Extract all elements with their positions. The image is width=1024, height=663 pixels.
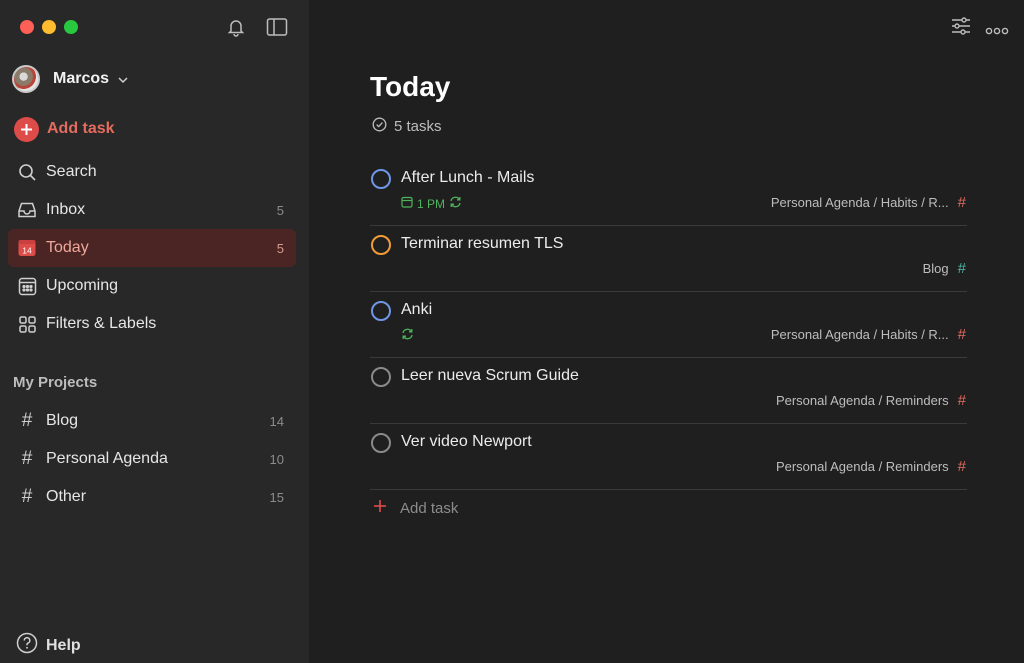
- recurring-icon: [449, 196, 462, 211]
- project-item-personal-agenda[interactable]: # Personal Agenda 10: [8, 440, 296, 478]
- task-project-label: Blog: [922, 261, 949, 276]
- task-project[interactable]: Blog #: [923, 260, 967, 277]
- task-project-label: Personal Agenda / Habits / R...: [770, 195, 949, 210]
- nav-count: 5: [276, 240, 284, 256]
- task-row[interactable]: After Lunch - Mails 1 PM Personal Agenda…: [370, 160, 967, 226]
- nav-item-today[interactable]: 14 Today 5: [8, 229, 296, 267]
- calendar-grid-icon: [17, 276, 37, 296]
- project-count: 15: [269, 489, 284, 505]
- task-checkbox[interactable]: [371, 235, 391, 255]
- project-count: 10: [269, 451, 284, 467]
- hash-icon: #: [21, 486, 33, 507]
- add-task-button[interactable]: Add task: [14, 116, 115, 142]
- task-checkbox[interactable]: [371, 301, 391, 321]
- grid-icon: [17, 314, 37, 334]
- nav-count: 5: [276, 202, 284, 218]
- calendar-today-icon: 14: [17, 238, 37, 258]
- plus-icon: [373, 499, 387, 517]
- calendar-small-icon: [401, 196, 413, 211]
- task-project[interactable]: Personal Agenda / Reminders #: [776, 458, 967, 475]
- add-task-inline-label: Add task: [400, 499, 459, 517]
- task-project-label: Personal Agenda / Reminders: [775, 393, 949, 408]
- task-row[interactable]: Terminar resumen TLS Blog #: [370, 226, 967, 292]
- task-project-label: Personal Agenda / Reminders: [775, 459, 949, 474]
- page-title: Today: [370, 71, 451, 102]
- projects-section-title[interactable]: My Projects: [13, 374, 97, 391]
- task-checkbox[interactable]: [371, 367, 391, 387]
- user-name: Marcos: [53, 70, 110, 87]
- task-row[interactable]: Anki Personal Agenda / Habits / R... #: [370, 292, 967, 358]
- nav-label: Filters & Labels: [46, 315, 157, 332]
- task-title: After Lunch - Mails: [401, 169, 535, 186]
- task-row[interactable]: Leer nueva Scrum Guide Personal Agenda /…: [370, 358, 967, 424]
- task-count-label: 5 tasks: [394, 118, 442, 135]
- avatar: [12, 65, 40, 93]
- task-title: Anki: [401, 301, 433, 318]
- task-project[interactable]: Personal Agenda / Reminders #: [776, 392, 967, 409]
- help-button[interactable]: Help: [16, 632, 81, 659]
- main-content: Today 5 tasks After Lunch - Mails 1 PM P…: [309, 0, 1024, 663]
- search-icon: [17, 162, 37, 182]
- nav-label: Today: [46, 239, 89, 256]
- task-due: 1 PM: [401, 196, 462, 211]
- hash-icon: #: [957, 260, 966, 277]
- project-item-other[interactable]: # Other 15: [8, 478, 296, 516]
- hash-icon: #: [957, 194, 966, 211]
- add-task-inline-button[interactable]: Add task: [373, 499, 458, 517]
- minimize-window-button[interactable]: [42, 20, 56, 34]
- nav-item-search[interactable]: Search: [8, 153, 296, 191]
- task-project[interactable]: Personal Agenda / Habits / R... #: [771, 326, 967, 343]
- maximize-window-button[interactable]: [64, 20, 78, 34]
- sidebar-toggle-icon[interactable]: [266, 16, 288, 38]
- task-checkbox[interactable]: [371, 433, 391, 453]
- hash-icon: #: [957, 458, 966, 475]
- project-name: Personal Agenda: [46, 450, 168, 467]
- task-time: 1 PM: [417, 196, 446, 211]
- sidebar: Marcos Add task Search Inbox 5 14 Today …: [0, 0, 309, 663]
- user-menu[interactable]: Marcos: [12, 64, 129, 94]
- check-circle-icon: [372, 117, 387, 136]
- hash-icon: #: [957, 326, 966, 343]
- task-title: Leer nueva Scrum Guide: [401, 367, 579, 384]
- hash-icon: #: [21, 448, 33, 469]
- bell-icon[interactable]: [225, 16, 247, 38]
- nav-item-filters-labels[interactable]: Filters & Labels: [8, 305, 296, 343]
- hash-icon: #: [957, 392, 966, 409]
- task-row[interactable]: Ver video Newport Personal Agenda / Remi…: [370, 424, 967, 490]
- chevron-down-icon: [117, 73, 129, 85]
- more-options-icon[interactable]: [985, 22, 1009, 40]
- nav-label: Inbox: [46, 201, 86, 218]
- close-window-button[interactable]: [20, 20, 34, 34]
- plus-icon: [14, 116, 39, 142]
- nav-item-upcoming[interactable]: Upcoming: [8, 267, 296, 305]
- nav-item-inbox[interactable]: Inbox 5: [8, 191, 296, 229]
- project-name: Other: [46, 488, 87, 505]
- task-title: Terminar resumen TLS: [401, 235, 564, 252]
- window-controls: [20, 20, 78, 34]
- nav-label: Search: [46, 163, 97, 180]
- view-options-icon[interactable]: [950, 16, 972, 41]
- task-count: 5 tasks: [372, 117, 442, 136]
- task-title: Ver video Newport: [401, 433, 532, 450]
- nav-label: Upcoming: [46, 277, 119, 294]
- task-due: [401, 328, 414, 343]
- add-task-label: Add task: [47, 120, 115, 137]
- project-item-blog[interactable]: # Blog 14: [8, 402, 296, 440]
- inbox-icon: [17, 200, 37, 220]
- help-label: Help: [46, 636, 81, 654]
- hash-icon: #: [21, 410, 33, 431]
- recurring-icon: [401, 328, 414, 343]
- today-day-number: 14: [22, 246, 32, 256]
- task-project[interactable]: Personal Agenda / Habits / R... #: [771, 194, 967, 211]
- task-project-label: Personal Agenda / Habits / R...: [770, 327, 949, 342]
- project-name: Blog: [46, 412, 79, 429]
- task-checkbox[interactable]: [371, 169, 391, 189]
- project-count: 14: [269, 413, 284, 429]
- help-icon: [16, 632, 38, 659]
